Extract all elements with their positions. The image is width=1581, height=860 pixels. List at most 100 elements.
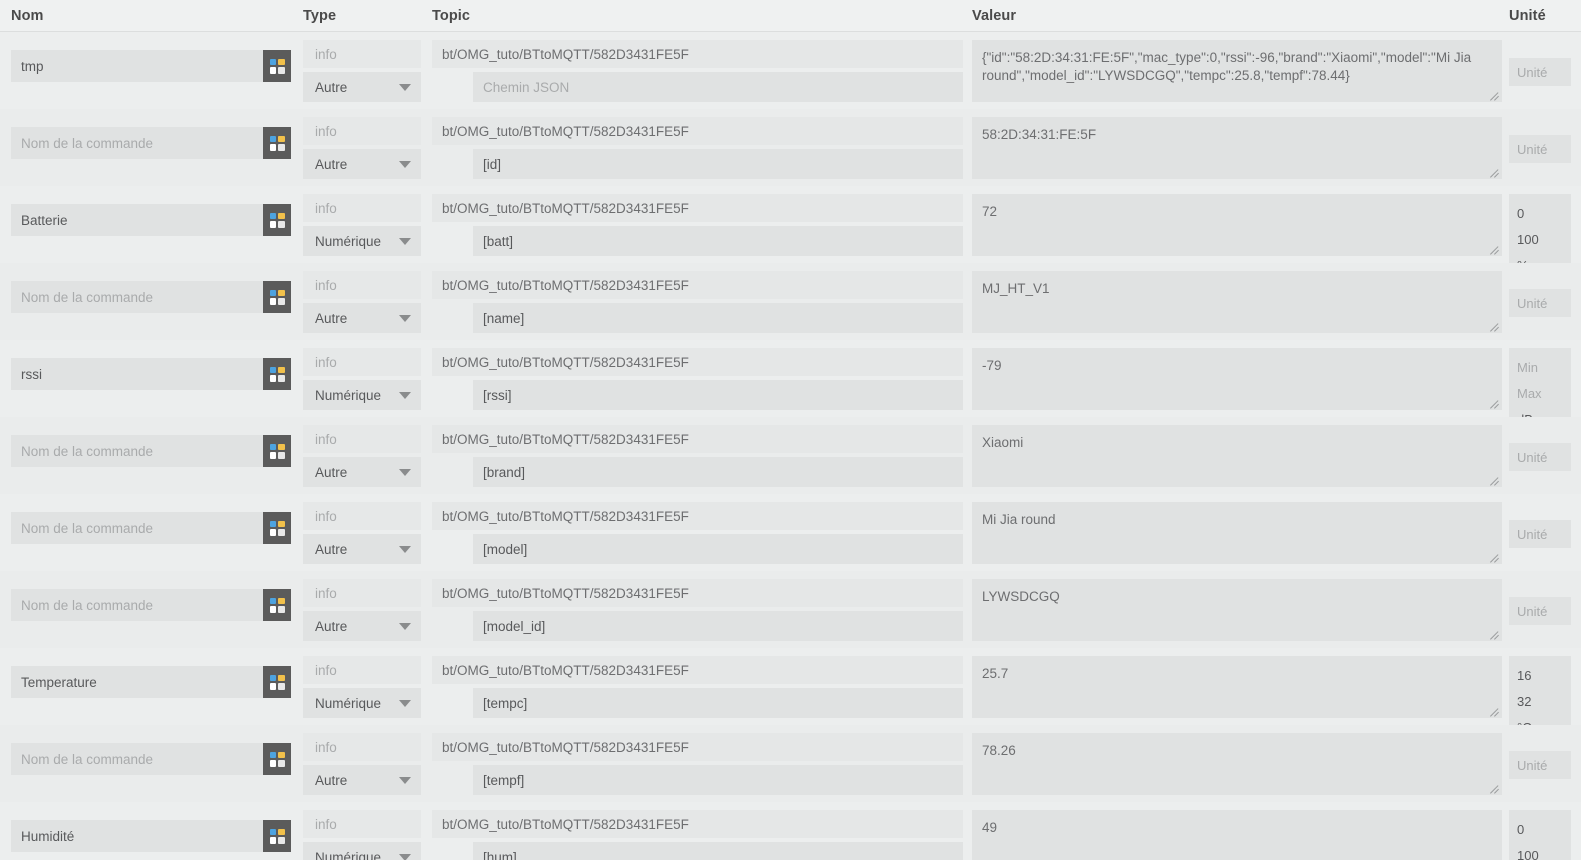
command-name-input[interactable]: [11, 204, 263, 236]
info-label: info: [303, 117, 421, 145]
valeur-textarea[interactable]: Xiaomi: [972, 425, 1502, 487]
topic-cell: bt/OMG_tuto/BTtoMQTT/582D3431FE5F [batt]: [432, 194, 963, 256]
type-select[interactable]: Autre: [303, 72, 421, 102]
table-row: info Numérique bt/OMG_tuto/BTtoMQTT/582D…: [0, 340, 1581, 438]
topic-input[interactable]: bt/OMG_tuto/BTtoMQTT/582D3431FE5F: [432, 348, 963, 376]
type-select[interactable]: Autre: [303, 611, 421, 641]
unite-field[interactable]: Unité: [1509, 135, 1571, 163]
max-field[interactable]: Max: [1509, 380, 1571, 406]
json-path-input[interactable]: [hum]: [473, 842, 963, 860]
command-template-button[interactable]: [263, 127, 291, 159]
resize-grip-icon[interactable]: [1489, 321, 1500, 332]
command-template-button[interactable]: [263, 589, 291, 621]
unite-field[interactable]: Unité: [1509, 751, 1571, 779]
chevron-down-icon: [399, 545, 411, 553]
command-name-input[interactable]: [11, 281, 263, 313]
resize-grip-icon[interactable]: [1489, 629, 1500, 640]
valeur-textarea[interactable]: 25.7: [972, 656, 1502, 718]
resize-grip-icon[interactable]: [1489, 552, 1500, 563]
type-select[interactable]: Numérique: [303, 380, 421, 410]
json-path-input[interactable]: [model]: [473, 534, 963, 564]
valeur-textarea[interactable]: 78.26: [972, 733, 1502, 795]
command-name-input[interactable]: [11, 743, 263, 775]
type-select[interactable]: Autre: [303, 534, 421, 564]
json-path-input[interactable]: [tempf]: [473, 765, 963, 795]
command-name-input[interactable]: [11, 435, 263, 467]
command-template-button[interactable]: [263, 666, 291, 698]
max-field[interactable]: 32: [1509, 688, 1571, 714]
resize-grip-icon[interactable]: [1489, 706, 1500, 717]
topic-input[interactable]: bt/OMG_tuto/BTtoMQTT/582D3431FE5F: [432, 117, 963, 145]
command-template-button[interactable]: [263, 820, 291, 852]
topic-input[interactable]: bt/OMG_tuto/BTtoMQTT/582D3431FE5F: [432, 271, 963, 299]
topic-input[interactable]: bt/OMG_tuto/BTtoMQTT/582D3431FE5F: [432, 656, 963, 684]
command-name-input[interactable]: [11, 820, 263, 852]
command-template-button[interactable]: [263, 204, 291, 236]
max-field[interactable]: 100: [1509, 842, 1571, 860]
topic-input[interactable]: bt/OMG_tuto/BTtoMQTT/582D3431FE5F: [432, 194, 963, 222]
type-select[interactable]: Numérique: [303, 842, 421, 860]
column-header-valeur: Valeur: [972, 8, 1017, 24]
min-field[interactable]: 0: [1509, 200, 1571, 226]
type-select[interactable]: Numérique: [303, 226, 421, 256]
command-name-input[interactable]: [11, 50, 263, 82]
resize-grip-icon[interactable]: [1489, 475, 1500, 486]
valeur-textarea[interactable]: 72: [972, 194, 1502, 256]
json-path-input[interactable]: [brand]: [473, 457, 963, 487]
json-path-input[interactable]: [id]: [473, 149, 963, 179]
json-path-input[interactable]: Chemin JSON: [473, 72, 963, 102]
json-path-input[interactable]: [batt]: [473, 226, 963, 256]
json-path-input[interactable]: [name]: [473, 303, 963, 333]
type-select[interactable]: Autre: [303, 303, 421, 333]
topic-input[interactable]: bt/OMG_tuto/BTtoMQTT/582D3431FE5F: [432, 810, 963, 838]
resize-grip-icon[interactable]: [1489, 783, 1500, 794]
valeur-textarea[interactable]: -79: [972, 348, 1502, 410]
unite-field[interactable]: Unité: [1509, 289, 1571, 317]
type-select[interactable]: Autre: [303, 149, 421, 179]
min-field[interactable]: Min: [1509, 354, 1571, 380]
resize-grip-icon[interactable]: [1489, 244, 1500, 255]
json-path-input[interactable]: [rssi]: [473, 380, 963, 410]
json-path-input[interactable]: [tempc]: [473, 688, 963, 718]
command-name-input[interactable]: [11, 589, 263, 621]
resize-grip-icon[interactable]: [1489, 398, 1500, 409]
type-cell: info Autre: [303, 579, 421, 641]
resize-grip-icon[interactable]: [1489, 167, 1500, 178]
valeur-textarea[interactable]: LYWSDCGQ: [972, 579, 1502, 641]
command-template-button[interactable]: [263, 358, 291, 390]
topic-input[interactable]: bt/OMG_tuto/BTtoMQTT/582D3431FE5F: [432, 425, 963, 453]
topic-input[interactable]: bt/OMG_tuto/BTtoMQTT/582D3431FE5F: [432, 733, 963, 761]
unite-field[interactable]: Unité: [1509, 597, 1571, 625]
nom-cell: [11, 281, 291, 313]
valeur-textarea[interactable]: 58:2D:34:31:FE:5F: [972, 117, 1502, 179]
topic-input[interactable]: bt/OMG_tuto/BTtoMQTT/582D3431FE5F: [432, 579, 963, 607]
min-field[interactable]: 0: [1509, 816, 1571, 842]
command-template-button[interactable]: [263, 50, 291, 82]
topic-input[interactable]: bt/OMG_tuto/BTtoMQTT/582D3431FE5F: [432, 40, 963, 68]
valeur-textarea[interactable]: {"id":"58:2D:34:31:FE:5F","mac_type":0,"…: [972, 40, 1502, 102]
unite-field[interactable]: Unité: [1509, 520, 1571, 548]
command-name-input[interactable]: [11, 127, 263, 159]
command-template-button[interactable]: [263, 743, 291, 775]
unite-cell: Unité: [1509, 271, 1571, 317]
valeur-textarea[interactable]: 49: [972, 810, 1502, 860]
valeur-textarea[interactable]: MJ_HT_V1: [972, 271, 1502, 333]
blocks-icon: [269, 828, 285, 844]
min-field[interactable]: 16: [1509, 662, 1571, 688]
unite-field[interactable]: Unité: [1509, 443, 1571, 471]
command-template-button[interactable]: [263, 435, 291, 467]
type-select[interactable]: Numérique: [303, 688, 421, 718]
command-name-input[interactable]: [11, 358, 263, 390]
command-name-input[interactable]: [11, 512, 263, 544]
command-name-input[interactable]: [11, 666, 263, 698]
type-select[interactable]: Autre: [303, 457, 421, 487]
max-field[interactable]: 100: [1509, 226, 1571, 252]
json-path-input[interactable]: [model_id]: [473, 611, 963, 641]
unite-field[interactable]: Unité: [1509, 58, 1571, 86]
type-select[interactable]: Autre: [303, 765, 421, 795]
topic-input[interactable]: bt/OMG_tuto/BTtoMQTT/582D3431FE5F: [432, 502, 963, 530]
command-template-button[interactable]: [263, 512, 291, 544]
command-template-button[interactable]: [263, 281, 291, 313]
resize-grip-icon[interactable]: [1489, 90, 1500, 101]
valeur-textarea[interactable]: Mi Jia round: [972, 502, 1502, 564]
